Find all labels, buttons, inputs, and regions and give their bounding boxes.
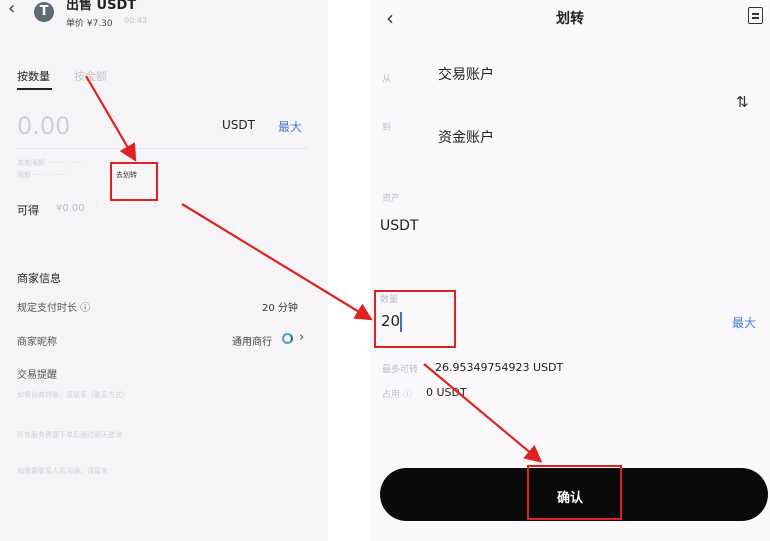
verified-icon: [282, 333, 293, 344]
merchant-nickname-value[interactable]: 通用商行: [232, 333, 272, 348]
from-account[interactable]: 交易账户: [438, 64, 494, 84]
page-title: 出售 USDT: [66, 0, 137, 13]
max-button[interactable]: 最大: [278, 118, 302, 135]
from-label: 从: [382, 75, 392, 85]
merchant-nickname-label: 商家昵称: [17, 337, 57, 348]
sell-order-panel: ‹ T 出售 USDT 单价 ¥7.30 00:43 按数量 按金额 0.00 …: [0, 0, 328, 541]
available-label: 可得: [17, 204, 39, 217]
page-title: 划转: [556, 11, 584, 27]
max-transfer-value: 26.95349754923 USDT: [435, 361, 564, 374]
transfer-panel: ‹ 划转 从 交易账户 ⇅ 到 资金账户 资产 USDT 数量 20 最大 最多…: [370, 0, 770, 541]
unit-price: 单价 ¥7.30: [66, 19, 113, 29]
tether-icon: T: [34, 2, 54, 22]
merchant-info-heading: 商家信息: [17, 272, 61, 285]
max-button[interactable]: 最大: [732, 314, 756, 331]
highlight-box: [110, 162, 158, 201]
to-label: 到: [382, 123, 392, 133]
pay-time-value: 20 分钟: [262, 303, 298, 314]
occupied-label: 占用 ⓘ: [382, 390, 412, 400]
occupied-value: 0 USDT: [426, 386, 467, 399]
divider: [17, 148, 307, 149]
back-chevron-icon[interactable]: ‹: [8, 0, 15, 19]
pay-time-label: 规定支付时长 ⓘ: [17, 303, 91, 314]
record-list-icon[interactable]: [748, 7, 763, 24]
currency-label: USDT: [222, 118, 255, 132]
reminder-text: 如需要联系人员沟通，请留言: [17, 467, 108, 475]
trade-reminder-label: 交易提醒: [17, 370, 57, 381]
highlight-box: [374, 290, 456, 348]
reminder-text: 所有服务需要下单后通过聊天咨询: [17, 431, 122, 439]
limit-note: 限额 ···· · · ······: [17, 171, 67, 179]
amount-input[interactable]: 0.00: [17, 112, 70, 140]
highlight-box: [527, 465, 622, 520]
max-transfer-label: 最多可转: [382, 365, 419, 375]
tab-by-quantity[interactable]: 按数量: [17, 68, 50, 84]
reminder-text: 如需协商转账，请联系（联系方式）: [17, 391, 129, 399]
asset-select[interactable]: USDT: [380, 218, 418, 234]
asset-label: 资产: [382, 194, 401, 204]
available-value: ¥0.00: [56, 203, 85, 214]
active-tab-indicator: [17, 88, 52, 90]
to-account[interactable]: 资金账户: [438, 127, 494, 147]
chevron-right-icon[interactable]: ›: [299, 330, 304, 345]
swap-vertical-icon[interactable]: ⇅: [736, 93, 749, 111]
tab-by-amount[interactable]: 按金额: [74, 68, 107, 84]
back-chevron-icon[interactable]: ‹: [386, 6, 394, 30]
countdown: 00:43: [124, 16, 148, 25]
limit-note: 单笔限额 ········ · ·····: [17, 159, 83, 167]
